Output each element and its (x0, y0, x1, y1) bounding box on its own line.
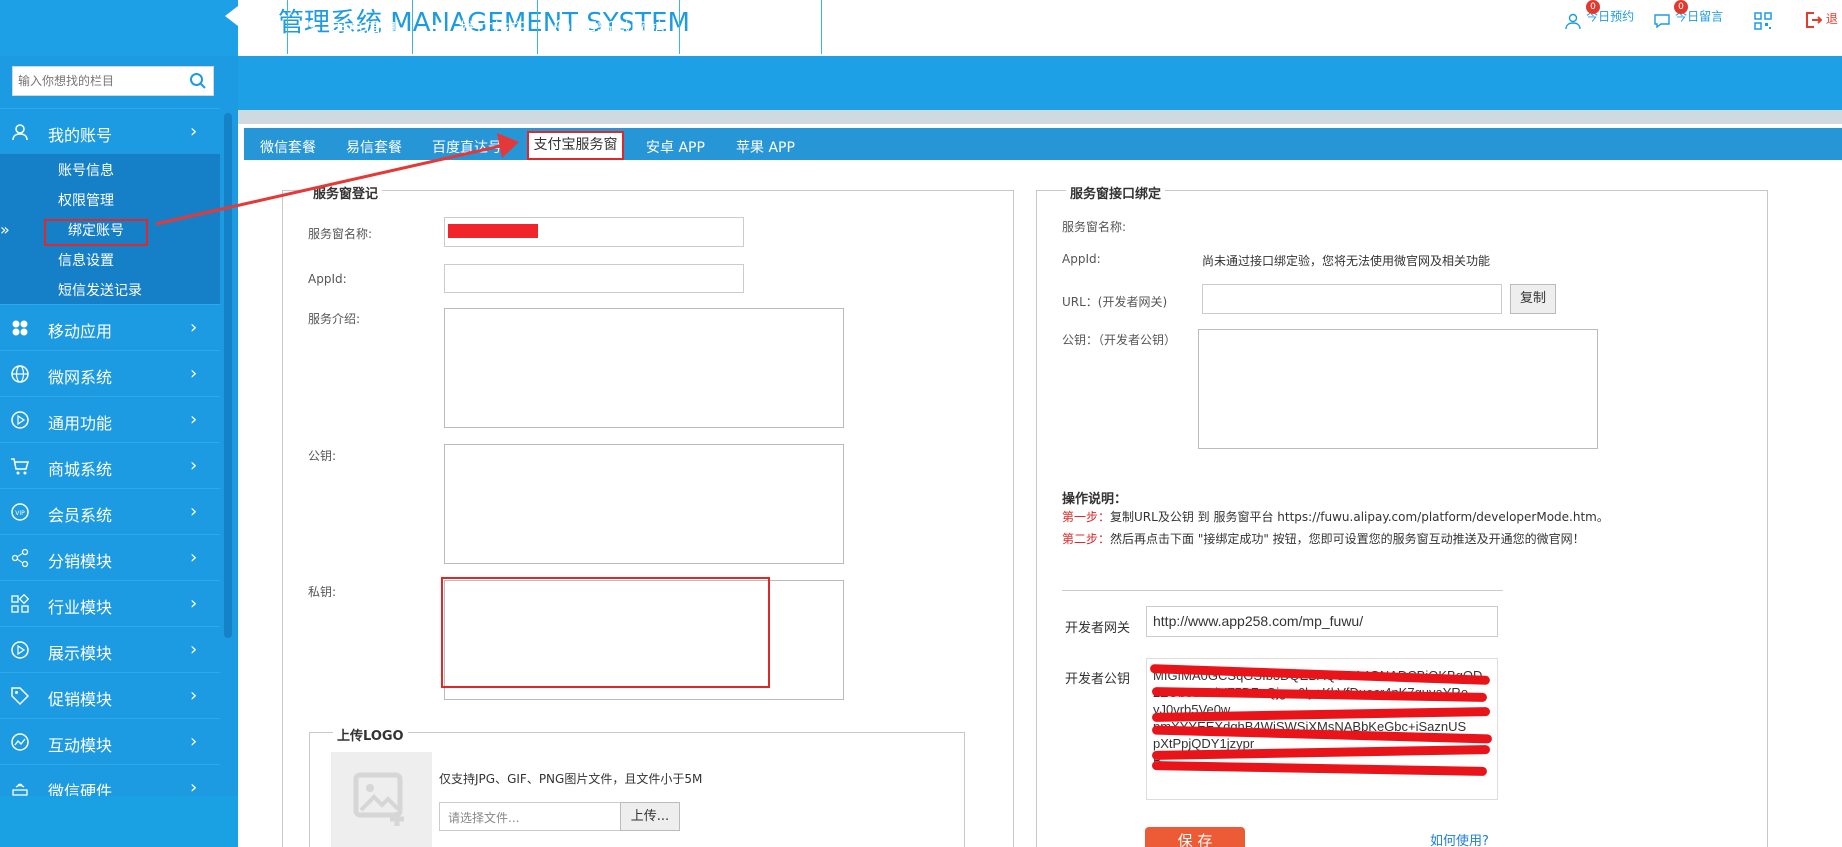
page-root: { "app": {"title": "管理系统 MANAGEMENT SYST… (0, 0, 1842, 847)
annotation-arrow (155, 133, 519, 226)
